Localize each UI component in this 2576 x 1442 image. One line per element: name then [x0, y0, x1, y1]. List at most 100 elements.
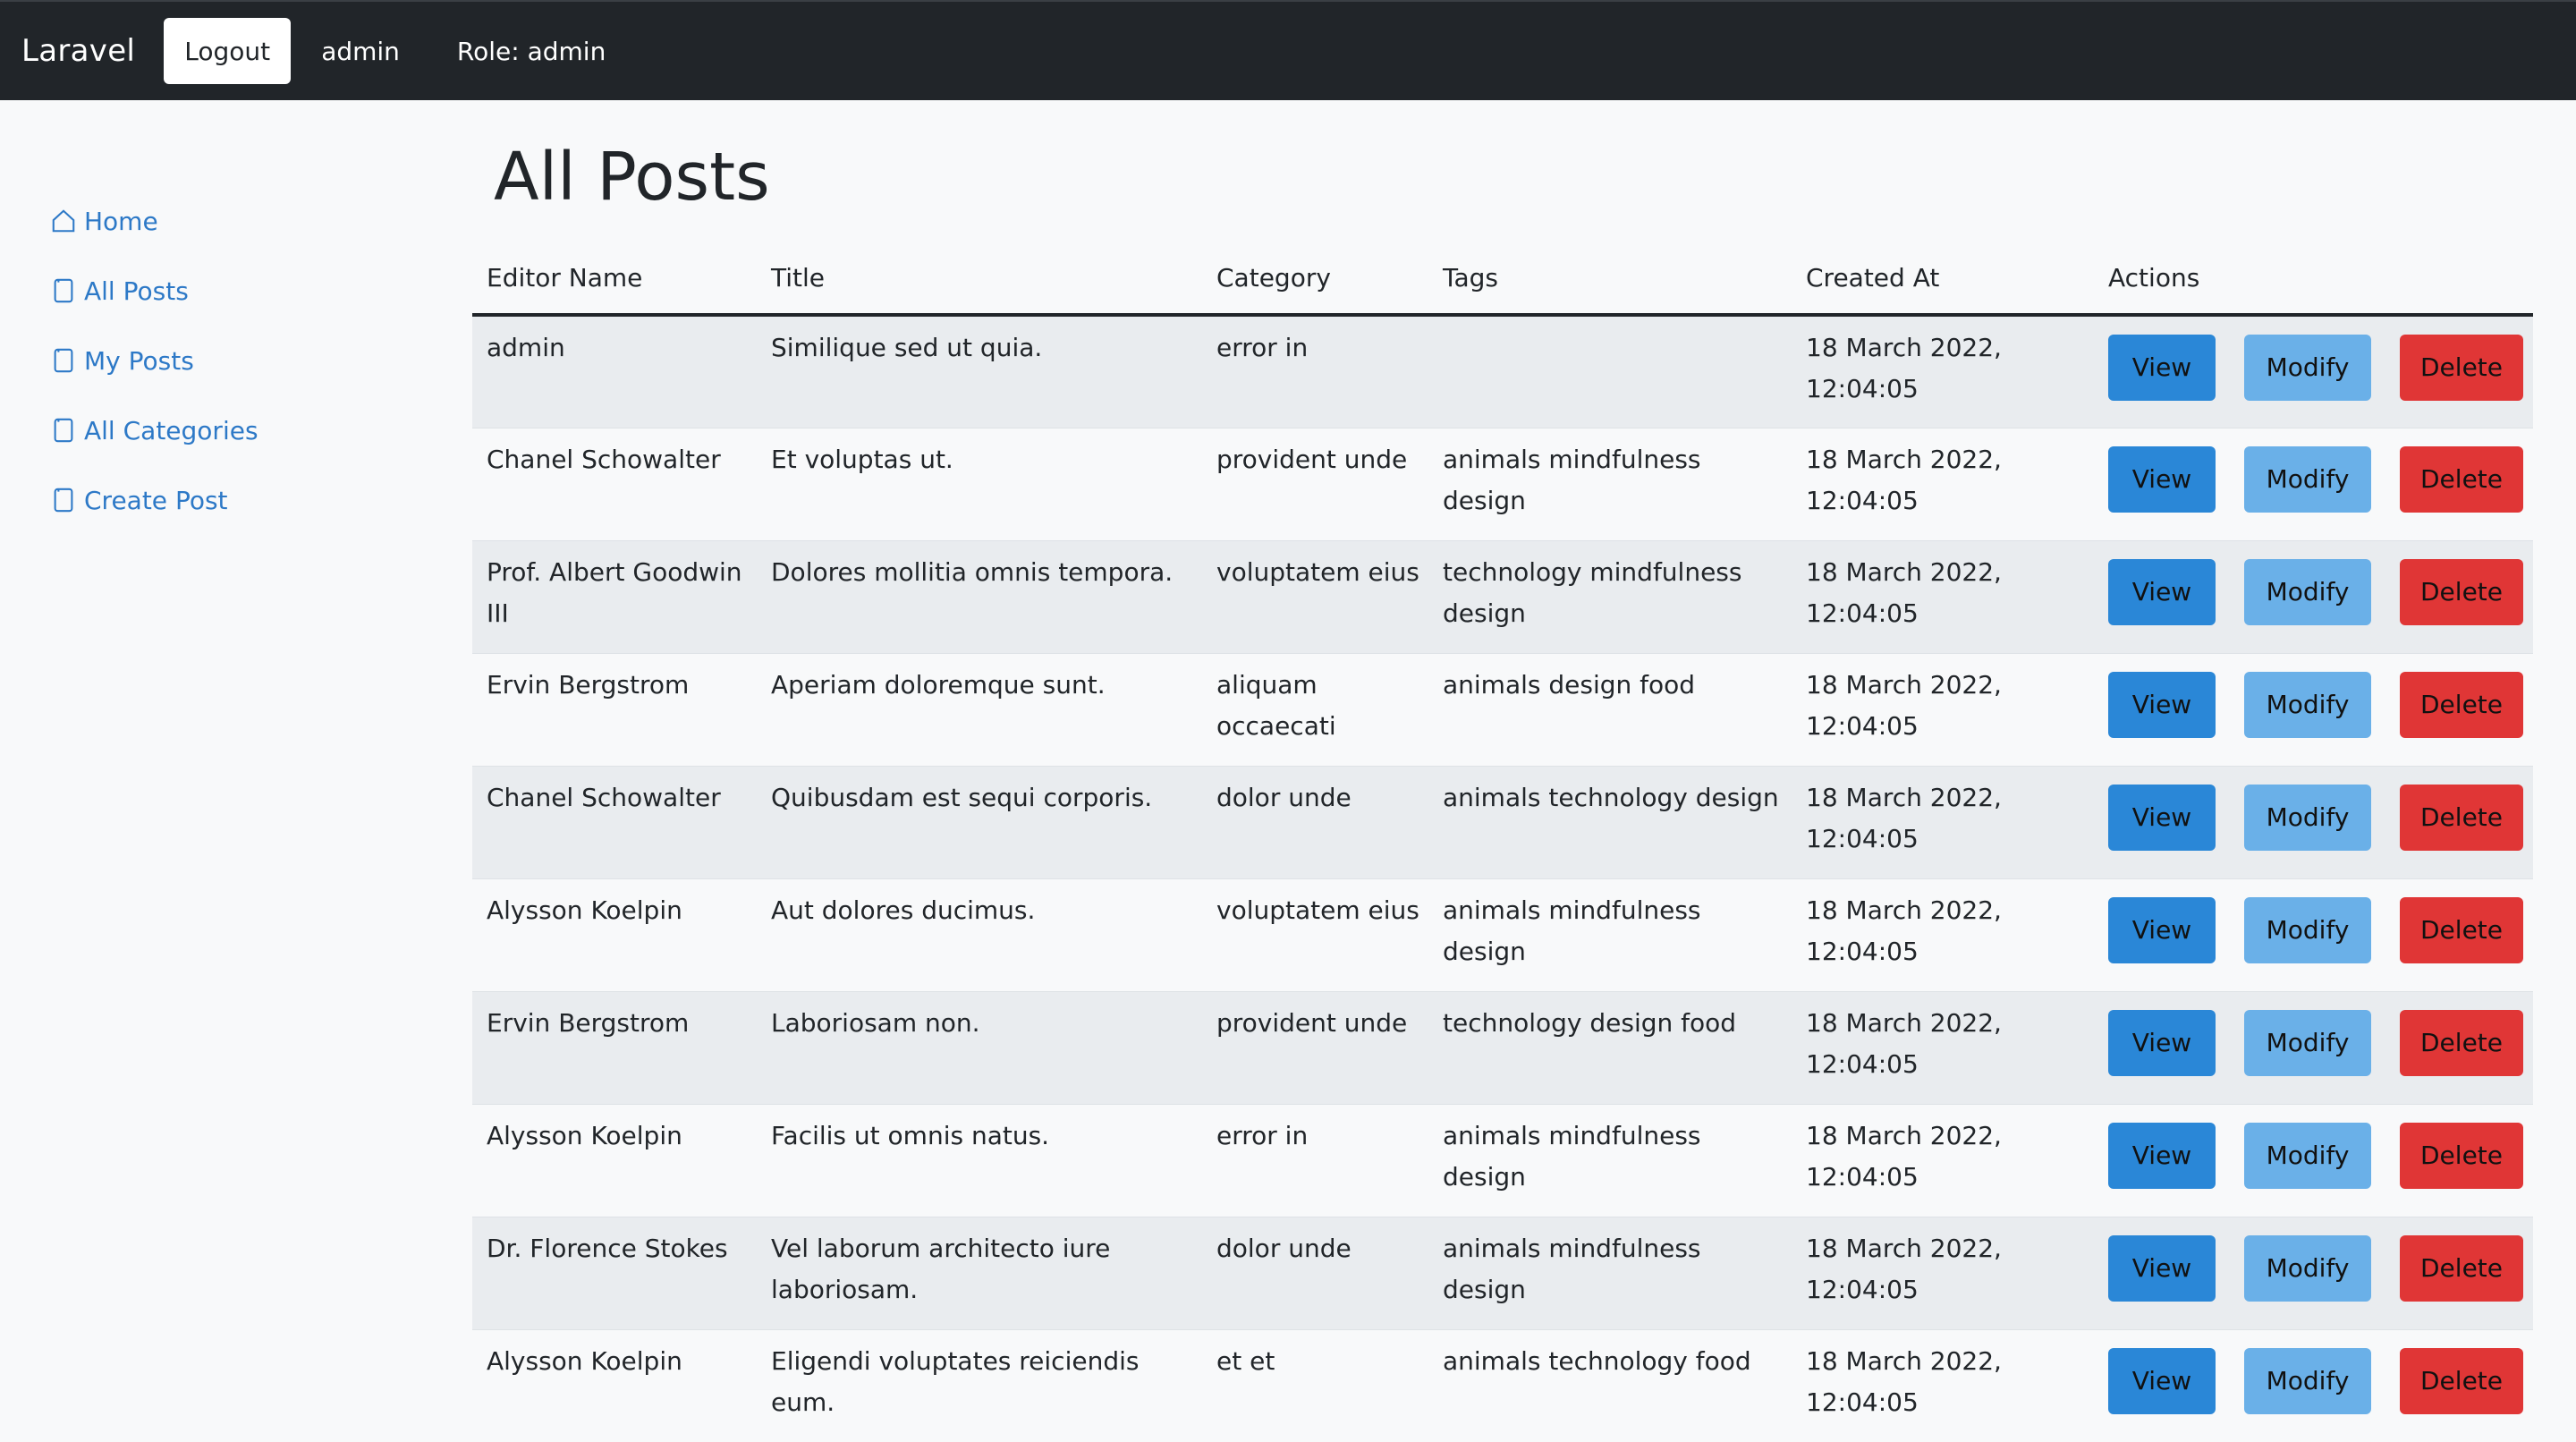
view-button[interactable]: View	[2108, 1347, 2216, 1414]
view-button[interactable]: View	[2108, 558, 2216, 625]
row-actions: View Modify Delete	[2108, 890, 2533, 963]
row-actions: View Modify Delete	[2108, 1341, 2533, 1414]
cell-editor: Alysson Koelpin	[472, 1103, 757, 1217]
cell-tags: animals mindfulness design	[1428, 1103, 1792, 1217]
sidebar-item-label: Home	[84, 206, 158, 236]
cell-tags: animals technology design	[1428, 765, 1792, 878]
sidebar-item-my-posts[interactable]: My Posts	[50, 326, 428, 395]
column-header-tags: Tags	[1428, 242, 1792, 317]
table-row: Chanel Schowalter Quibusdam est sequi cor…	[472, 765, 2533, 878]
delete-button[interactable]: Delete	[2400, 896, 2523, 963]
cell-created: 18 March 2022, 12:04:05	[1792, 990, 2094, 1104]
delete-button[interactable]: Delete	[2400, 1347, 2523, 1414]
cell-tags	[1428, 314, 1792, 428]
cell-actions: View Modify Delete	[2094, 878, 2533, 991]
view-button[interactable]: View	[2108, 671, 2216, 738]
view-button[interactable]: View	[2108, 335, 2216, 401]
table-row: Chanel Schowalter Et voluptas ut. providen…	[472, 427, 2533, 540]
modify-button[interactable]: Modify	[2244, 1122, 2371, 1189]
delete-button[interactable]: Delete	[2400, 558, 2523, 625]
top-navbar: Laravel Logout admin Role: admin	[0, 0, 2576, 100]
cell-created: 18 March 2022, 12:04:05	[1792, 878, 2094, 991]
cell-actions: View Modify Delete	[2094, 539, 2533, 653]
brand-logo[interactable]: Laravel	[21, 33, 135, 69]
cell-actions: View Modify Delete	[2094, 427, 2533, 540]
cell-title: Et voluptas ut.	[757, 427, 1202, 540]
sidebar-item-label: My Posts	[84, 345, 194, 376]
cell-created: 18 March 2022, 12:04:05	[1792, 427, 2094, 540]
cell-tags: technology design food	[1428, 990, 1792, 1104]
cell-editor: Chanel Schowalter	[472, 427, 757, 540]
file-icon	[50, 487, 77, 513]
logout-button[interactable]: Logout	[164, 18, 292, 84]
file-icon	[50, 347, 77, 374]
sidebar-item-all-categories[interactable]: All Categories	[50, 395, 428, 465]
cell-editor: Prof. Albert Goodwin III	[472, 539, 757, 653]
cell-tags: animals mindfulness design	[1428, 1216, 1792, 1329]
row-actions: View Modify Delete	[2108, 665, 2533, 738]
modify-button[interactable]: Modify	[2244, 784, 2371, 851]
cell-title: Eligendi voluptates reiciendis eum.	[757, 1328, 1202, 1442]
modify-button[interactable]: Modify	[2244, 445, 2371, 513]
cell-title: Aut dolores ducimus.	[757, 878, 1202, 991]
delete-button[interactable]: Delete	[2400, 1234, 2523, 1302]
cell-category: provident unde	[1202, 427, 1428, 540]
table-row: admin Similique sed ut quia. error in 18 Ma…	[472, 314, 2533, 428]
cell-actions: View Modify Delete	[2094, 1328, 2533, 1442]
row-actions: View Modify Delete	[2108, 1115, 2533, 1189]
cell-category: voluptatem eius	[1202, 878, 1428, 991]
delete-button[interactable]: Delete	[2400, 445, 2523, 513]
cell-tags: technology mindfulness design	[1428, 539, 1792, 653]
table-row: Ervin Bergstrom Aperiam doloremque sunt. a…	[472, 652, 2533, 766]
modify-button[interactable]: Modify	[2244, 671, 2371, 738]
view-button[interactable]: View	[2108, 445, 2216, 513]
cell-tags: animals mindfulness design	[1428, 427, 1792, 540]
current-user[interactable]: admin	[321, 37, 400, 66]
modify-button[interactable]: Modify	[2244, 335, 2371, 401]
cell-category: voluptatem eius	[1202, 539, 1428, 653]
cell-created: 18 March 2022, 12:04:05	[1792, 314, 2094, 428]
cell-title: Facilis ut omnis natus.	[757, 1103, 1202, 1217]
modify-button[interactable]: Modify	[2244, 1234, 2371, 1302]
table-body: admin Similique sed ut quia. error in 18 Ma…	[472, 314, 2533, 1442]
cell-tags: animals mindfulness design	[1428, 878, 1792, 991]
row-actions: View Modify Delete	[2108, 327, 2533, 401]
sidebar-item-label: All Categories	[84, 415, 258, 445]
cell-title: Similique sed ut quia.	[757, 314, 1202, 428]
cell-created: 18 March 2022, 12:04:05	[1792, 1216, 2094, 1329]
cell-tags: animals technology food	[1428, 1328, 1792, 1442]
view-button[interactable]: View	[2108, 896, 2216, 963]
delete-button[interactable]: Delete	[2400, 784, 2523, 851]
sidebar-item-all-posts[interactable]: All Posts	[50, 256, 428, 326]
cell-actions: View Modify Delete	[2094, 1216, 2533, 1329]
column-header-actions: Actions	[2094, 242, 2533, 317]
view-button[interactable]: View	[2108, 784, 2216, 851]
sidebar-item-label: All Posts	[84, 276, 189, 306]
row-actions: View Modify Delete	[2108, 552, 2533, 625]
modify-button[interactable]: Modify	[2244, 558, 2371, 625]
delete-button[interactable]: Delete	[2400, 1122, 2523, 1189]
view-button[interactable]: View	[2108, 1122, 2216, 1189]
sidebar-item-label: Create Post	[84, 485, 228, 515]
cell-created: 18 March 2022, 12:04:05	[1792, 1103, 2094, 1217]
delete-button[interactable]: Delete	[2400, 671, 2523, 738]
cell-editor: admin	[472, 314, 757, 428]
modify-button[interactable]: Modify	[2244, 896, 2371, 963]
delete-button[interactable]: Delete	[2400, 335, 2523, 401]
cell-category: aliquam occaecati	[1202, 652, 1428, 766]
delete-button[interactable]: Delete	[2400, 1009, 2523, 1076]
cell-actions: View Modify Delete	[2094, 1103, 2533, 1217]
sidebar-item-home[interactable]: Home	[50, 186, 428, 256]
table-header-row: Editor Name Title Category Tags Created …	[472, 242, 2533, 317]
sidebar-item-create-post[interactable]: Create Post	[50, 465, 428, 535]
sidebar: Home All Posts My Posts All Categories C…	[0, 100, 428, 1413]
cell-category: dolor unde	[1202, 1216, 1428, 1329]
row-actions: View Modify Delete	[2108, 1003, 2533, 1076]
cell-actions: View Modify Delete	[2094, 765, 2533, 878]
modify-button[interactable]: Modify	[2244, 1347, 2371, 1414]
modify-button[interactable]: Modify	[2244, 1009, 2371, 1076]
cell-category: error in	[1202, 1103, 1428, 1217]
view-button[interactable]: View	[2108, 1009, 2216, 1076]
view-button[interactable]: View	[2108, 1234, 2216, 1302]
cell-editor: Dr. Florence Stokes	[472, 1216, 757, 1329]
